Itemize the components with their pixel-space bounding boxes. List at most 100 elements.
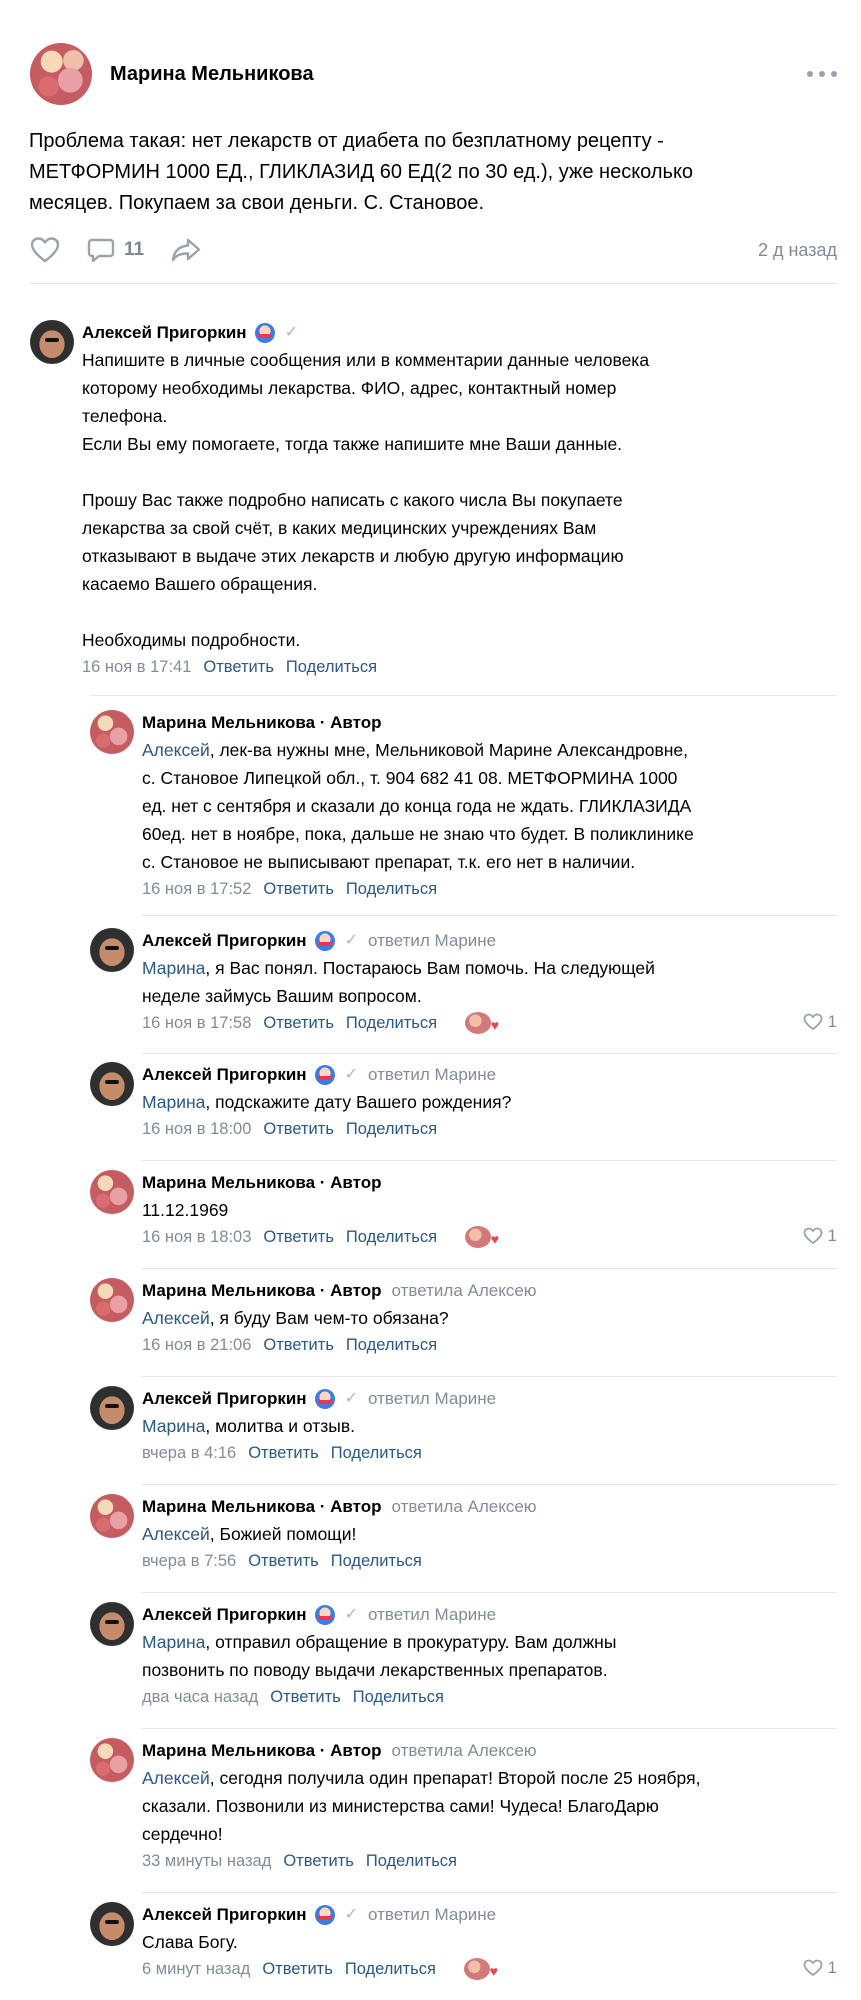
reply-link[interactable]: Ответить: [263, 1010, 334, 1036]
reply-to-label[interactable]: ответил Марине: [368, 928, 496, 954]
commenter-avatar[interactable]: [90, 1494, 134, 1538]
more-options-icon[interactable]: [807, 64, 837, 84]
comment-time[interactable]: 16 ноя в 17:41: [82, 654, 191, 680]
commenter-avatar[interactable]: [90, 1386, 134, 1430]
commenter-name[interactable]: Алексей Пригоркин: [142, 1602, 307, 1628]
liker-avatar-icon: [465, 1012, 499, 1038]
reply-link[interactable]: Ответить: [248, 1548, 319, 1574]
commenter-avatar[interactable]: [90, 1062, 134, 1106]
share-link[interactable]: Поделиться: [346, 1010, 437, 1036]
comment-like-button[interactable]: 1: [803, 1012, 837, 1032]
comment-text: Алексей, Божией помощи!: [142, 1520, 861, 1548]
mention-link[interactable]: Алексей: [142, 740, 210, 760]
reply-to-label[interactable]: ответил Марине: [368, 1602, 496, 1628]
reply-link[interactable]: Ответить: [263, 1116, 334, 1142]
comment-text-content: , молитва и отзыв.: [205, 1416, 355, 1436]
share-link[interactable]: Поделиться: [366, 1848, 457, 1874]
comments-button[interactable]: 11: [86, 236, 144, 264]
commenter-name[interactable]: Марина Мельникова · Автор: [142, 1738, 382, 1764]
comment-text-content: , я Вас понял. Постараюсь Вам помочь. На…: [142, 958, 655, 1006]
mention-link[interactable]: Алексей: [142, 1524, 210, 1544]
comment-time[interactable]: вчера в 7:56: [142, 1548, 236, 1574]
comment-divider: [142, 1160, 837, 1161]
comment-time[interactable]: 16 ноя в 18:03: [142, 1224, 251, 1250]
share-link[interactable]: Поделиться: [345, 1956, 436, 1982]
mention-link[interactable]: Марина: [142, 1092, 205, 1112]
comment-text: Марина, подскажите дату Вашего рождения?: [142, 1088, 861, 1116]
commenter-avatar[interactable]: [90, 1902, 134, 1946]
comment-like-button[interactable]: 1: [803, 1226, 837, 1246]
comment-time[interactable]: вчера в 4:16: [142, 1440, 236, 1466]
post: Марина Мельникова Проблема такая: нет ле…: [0, 0, 861, 2000]
commenter-name[interactable]: Марина Мельникова · Автор: [142, 1278, 382, 1304]
commenter-name[interactable]: Марина Мельникова · Автор: [142, 1494, 382, 1520]
reply-to-label[interactable]: ответила Алексею: [392, 1494, 537, 1520]
commenter-avatar[interactable]: [90, 1170, 134, 1214]
comment-meta: два часа назад Ответить Поделиться: [142, 1684, 837, 1710]
reply-to-label[interactable]: ответила Алексею: [392, 1738, 537, 1764]
comment-time[interactable]: 16 ноя в 18:00: [142, 1116, 251, 1142]
author-avatar[interactable]: [30, 43, 92, 105]
comment-time[interactable]: 16 ноя в 17:58: [142, 1010, 251, 1036]
mention-link[interactable]: Алексей: [142, 1768, 210, 1788]
reply-link[interactable]: Ответить: [270, 1684, 341, 1710]
share-link[interactable]: Поделиться: [353, 1684, 444, 1710]
reply-to-label[interactable]: ответил Марине: [368, 1062, 496, 1088]
reply-link[interactable]: Ответить: [263, 1332, 334, 1358]
commenter-name[interactable]: Марина Мельникова · Автор: [142, 1170, 382, 1196]
commenter-name[interactable]: Алексей Пригоркин: [142, 1062, 307, 1088]
share-link[interactable]: Поделиться: [286, 654, 377, 680]
post-author-name[interactable]: Марина Мельникова: [110, 63, 314, 86]
share-link[interactable]: Поделиться: [346, 1224, 437, 1250]
commenter-avatar[interactable]: [90, 928, 134, 972]
mention-link[interactable]: Марина: [142, 958, 205, 978]
commenter-avatar[interactable]: [30, 320, 74, 364]
comment-meta: 33 минуты назад Ответить Поделиться: [142, 1848, 837, 1874]
commenter-name[interactable]: Алексей Пригоркин: [82, 320, 247, 346]
reply-to-label[interactable]: ответил Марине: [368, 1386, 496, 1412]
comment-divider: [142, 915, 837, 916]
comment-body: Алексей Пригоркин ✓ ответил Марине Слава Бо…: [142, 1902, 837, 1984]
post-text: Проблема такая: нет лекарств от диабета …: [29, 130, 694, 214]
share-link[interactable]: Поделиться: [331, 1548, 422, 1574]
commenter-avatar[interactable]: [90, 710, 134, 754]
mention-link[interactable]: Марина: [142, 1632, 205, 1652]
verified-check-icon: ✓: [284, 324, 298, 341]
commenter-avatar[interactable]: [90, 1738, 134, 1782]
comment-time[interactable]: два часа назад: [142, 1684, 258, 1710]
mention-link[interactable]: Марина: [142, 1416, 205, 1436]
share-link[interactable]: Поделиться: [346, 876, 437, 902]
commenter-name[interactable]: Алексей Пригоркин: [142, 1386, 307, 1412]
reply-link[interactable]: Ответить: [262, 1956, 333, 1982]
commenter-name[interactable]: Алексей Пригоркин: [142, 928, 307, 954]
share-link[interactable]: Поделиться: [346, 1332, 437, 1358]
comment-time[interactable]: 33 минуты назад: [142, 1848, 271, 1874]
reply-link[interactable]: Ответить: [263, 876, 334, 902]
comment-divider: [142, 1484, 837, 1485]
comment-text-content: , лек-ва нужны мне, Мельниковой Марине А…: [142, 740, 694, 872]
comment-time[interactable]: 6 минут назад: [142, 1956, 250, 1982]
mention-link[interactable]: Алексей: [142, 1308, 210, 1328]
comment-body: Марина Мельникова · Автор ответила Алексе…: [142, 1494, 837, 1574]
reply-to-label[interactable]: ответил Марине: [368, 1902, 496, 1928]
like-button[interactable]: [30, 236, 60, 264]
commenter-name[interactable]: Марина Мельникова · Автор: [142, 710, 382, 736]
reply-link[interactable]: Ответить: [248, 1440, 319, 1466]
reply-link[interactable]: Ответить: [263, 1224, 334, 1250]
comment-time[interactable]: 16 ноя в 17:52: [142, 876, 251, 902]
share-link[interactable]: Поделиться: [346, 1116, 437, 1142]
reply-link[interactable]: Ответить: [203, 654, 274, 680]
reply-link[interactable]: Ответить: [283, 1848, 354, 1874]
share-button[interactable]: [170, 236, 202, 264]
post-header: Марина Мельникова: [30, 42, 837, 106]
donut-badge-icon: [314, 1065, 335, 1085]
share-link[interactable]: Поделиться: [331, 1440, 422, 1466]
post-time[interactable]: 2 д назад: [758, 240, 837, 261]
comment-like-button[interactable]: 1: [803, 1958, 837, 1978]
reply-to-label[interactable]: ответила Алексею: [392, 1278, 537, 1304]
commenter-avatar[interactable]: [90, 1602, 134, 1646]
comment-header: Алексей Пригоркин ✓ ответил Марине: [142, 1602, 837, 1628]
commenter-name[interactable]: Алексей Пригоркин: [142, 1902, 307, 1928]
commenter-avatar[interactable]: [90, 1278, 134, 1322]
comment-time[interactable]: 16 ноя в 21:06: [142, 1332, 251, 1358]
